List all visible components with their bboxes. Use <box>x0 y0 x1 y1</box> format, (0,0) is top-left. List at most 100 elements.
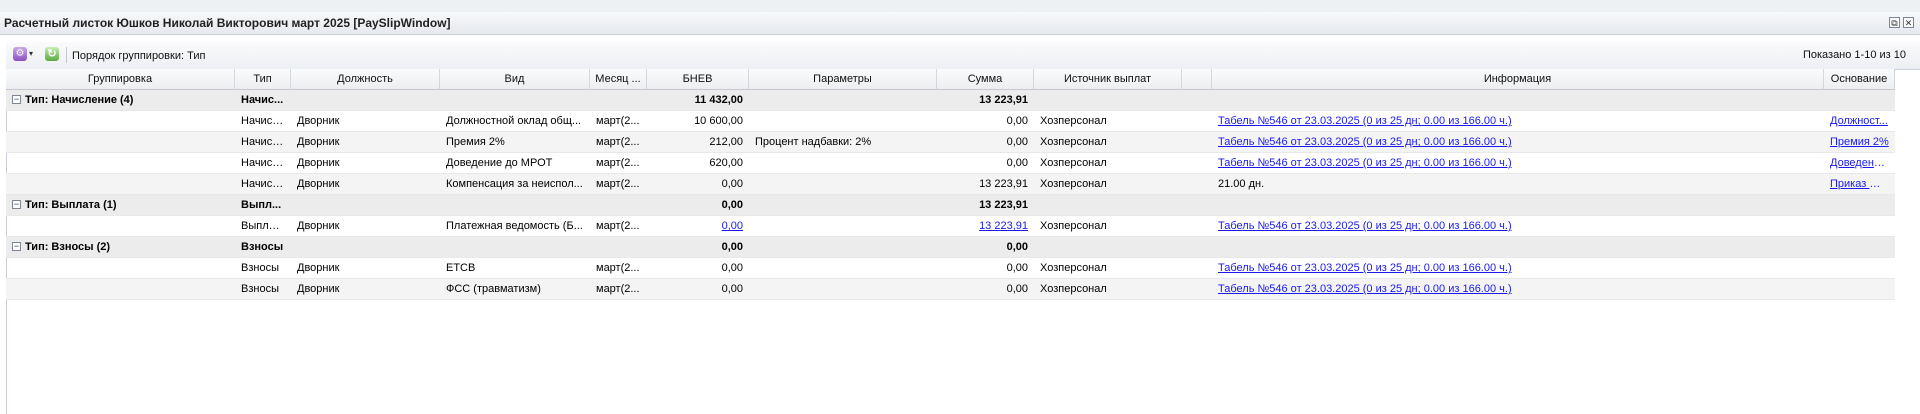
group-sum-cell: 13 223,91 <box>979 94 1028 106</box>
group-sum-cell: 0,00 <box>1006 241 1028 253</box>
table-row[interactable]: Начисл... Дворник Компенсация за неиспол..… <box>6 174 1895 195</box>
sum-cell: 13 223,91 <box>979 178 1028 190</box>
kind-cell: Доведение до МРОТ <box>446 157 553 169</box>
type-cell: Взносы <box>241 283 279 295</box>
position-cell: Дворник <box>297 136 340 148</box>
params-cell <box>749 279 937 299</box>
kind-cell: ФСС (травматизм) <box>446 283 541 295</box>
params-cell <box>749 216 937 236</box>
info-cell[interactable]: Табель №546 от 23.03.2025 (0 из 25 дн; 0… <box>1212 279 1824 299</box>
position-cell: Дворник <box>297 262 340 274</box>
refresh-button[interactable]: ↻ <box>44 46 61 63</box>
info-cell[interactable]: Табель №546 от 23.03.2025 (0 из 25 дн; 0… <box>1212 132 1824 152</box>
sum-cell: 0,00 <box>1006 115 1028 127</box>
group-title: Тип: Начисление (4) <box>25 94 134 106</box>
month-cell: март(2... <box>596 220 640 232</box>
column-header-kind[interactable]: Вид <box>440 69 590 90</box>
column-header-params[interactable]: Параметры <box>749 69 937 90</box>
bnev-cell: 0,00 <box>721 262 743 274</box>
refresh-icon: ↻ <box>45 47 59 61</box>
settings-menu-button[interactable]: ⚙ ▾ <box>11 46 35 63</box>
sum-cell: 0,00 <box>1006 262 1028 274</box>
source-cell: Хозперсонал <box>1040 178 1107 190</box>
type-cell: Начисл... <box>241 178 288 190</box>
params-cell <box>749 111 937 131</box>
position-cell: Дворник <box>297 283 340 295</box>
sum-cell[interactable]: 13 223,91 <box>937 216 1034 236</box>
basis-cell[interactable]: Приказ №... <box>1824 174 1895 194</box>
group-row[interactable]: − Тип: Начисление (4) Начис... 11 432,00 13 … <box>6 90 1895 111</box>
records-shown-label: Показано 1-10 из 10 <box>1802 49 1906 61</box>
source-cell: Хозперсонал <box>1040 157 1107 169</box>
toolbar-separator <box>66 47 67 63</box>
basis-cell <box>1824 258 1895 278</box>
info-cell[interactable]: Табель №546 от 23.03.2025 (0 из 25 дн; 0… <box>1212 216 1824 236</box>
type-cell: Начисл... <box>241 157 288 169</box>
bnev-cell: 620,00 <box>709 157 743 169</box>
bnev-cell[interactable]: 0,00 <box>647 216 749 236</box>
column-header-type[interactable]: Тип <box>235 69 291 90</box>
kind-cell: Компенсация за неиспол... <box>446 178 583 190</box>
column-header-grouping[interactable]: Группировка <box>6 69 235 90</box>
column-header-month[interactable]: Месяц ... <box>590 69 647 90</box>
basis-cell[interactable]: Премия 2% <box>1824 132 1895 152</box>
group-title: Тип: Выплата (1) <box>25 199 117 211</box>
group-row[interactable]: − Тип: Взносы (2) Взносы 0,00 0,00 <box>6 237 1895 258</box>
close-icon[interactable]: ✕ <box>1903 17 1914 28</box>
source-cell: Хозперсонал <box>1040 283 1107 295</box>
position-cell: Дворник <box>297 157 340 169</box>
column-header-position[interactable]: Должность <box>291 69 440 90</box>
kind-cell: Платежная ведомость (Б... <box>446 220 583 232</box>
info-cell[interactable]: Табель №546 от 23.03.2025 (0 из 25 дн; 0… <box>1212 111 1824 131</box>
column-header-bnev[interactable]: БНЕВ <box>647 69 749 90</box>
grouping-order-label: Порядок группировки: Тип <box>72 50 206 62</box>
bnev-cell: 212,00 <box>709 136 743 148</box>
basis-cell <box>1824 279 1895 299</box>
month-cell: март(2... <box>596 262 640 274</box>
kind-cell: Должностной оклад общ... <box>446 115 582 127</box>
month-cell: март(2... <box>596 157 640 169</box>
column-header-blank[interactable] <box>1182 69 1212 90</box>
toolbar: ⚙ ▾ ↻ Порядок группировки: Тип Показано … <box>6 42 1920 70</box>
table-row[interactable]: Начисл... Дворник Должностной оклад общ...… <box>6 111 1895 132</box>
basis-cell[interactable]: Доведени... <box>1824 153 1895 173</box>
table-row[interactable]: Взносы Дворник ФСС (травматизм) март(2... 0,… <box>6 279 1895 300</box>
month-cell: март(2... <box>596 178 640 190</box>
month-cell: март(2... <box>596 283 640 295</box>
basis-cell[interactable]: Должност... <box>1824 111 1895 131</box>
info-cell[interactable]: Табель №546 от 23.03.2025 (0 из 25 дн; 0… <box>1212 258 1824 278</box>
position-cell: Дворник <box>297 178 340 190</box>
type-cell: Взносы <box>241 262 279 274</box>
source-cell: Хозперсонал <box>1040 262 1107 274</box>
type-cell: Начисл... <box>241 136 288 148</box>
bnev-cell: 0,00 <box>721 283 743 295</box>
sum-cell: 0,00 <box>1006 157 1028 169</box>
type-cell: Выплата <box>241 220 286 232</box>
info-cell[interactable]: Табель №546 от 23.03.2025 (0 из 25 дн; 0… <box>1212 153 1824 173</box>
window-title: Расчетный листок Юшков Николай Викторови… <box>4 16 451 30</box>
table-row[interactable]: Взносы Дворник ЕТСВ март(2... 0,00 0,00 Хозпер… <box>6 258 1895 279</box>
params-cell <box>749 174 937 194</box>
group-bnev-cell: 0,00 <box>721 241 743 253</box>
position-cell: Дворник <box>297 115 340 127</box>
column-header-basis[interactable]: Основание <box>1824 69 1895 90</box>
source-cell: Хозперсонал <box>1040 136 1107 148</box>
column-header-info[interactable]: Информация <box>1212 69 1824 90</box>
column-header-source[interactable]: Источник выплат <box>1034 69 1182 90</box>
column-header-sum[interactable]: Сумма <box>937 69 1034 90</box>
params-cell <box>749 153 937 173</box>
group-title: Тип: Взносы (2) <box>25 241 111 253</box>
table-row[interactable]: Выплата Дворник Платежная ведомость (Б... м… <box>6 216 1895 237</box>
table-row[interactable]: Начисл... Дворник Доведение до МРОТ март(2.… <box>6 153 1895 174</box>
gear-icon: ⚙ <box>13 47 27 61</box>
info-cell: 21.00 дн. <box>1218 178 1265 190</box>
params-cell: Процент надбавки: 2% <box>755 136 872 148</box>
sum-cell: 0,00 <box>1006 283 1028 295</box>
restore-icon[interactable]: ⧉ <box>1889 17 1900 28</box>
group-row[interactable]: − Тип: Выплата (1) Выпл... 0,00 13 223,91 <box>6 195 1895 216</box>
sum-cell: 0,00 <box>1006 136 1028 148</box>
group-sum-cell: 13 223,91 <box>979 199 1028 211</box>
table-row[interactable]: Начисл... Дворник Премия 2% март(2... 212,00… <box>6 132 1895 153</box>
source-cell: Хозперсонал <box>1040 115 1107 127</box>
group-type-cell: Выпл... <box>241 199 282 211</box>
